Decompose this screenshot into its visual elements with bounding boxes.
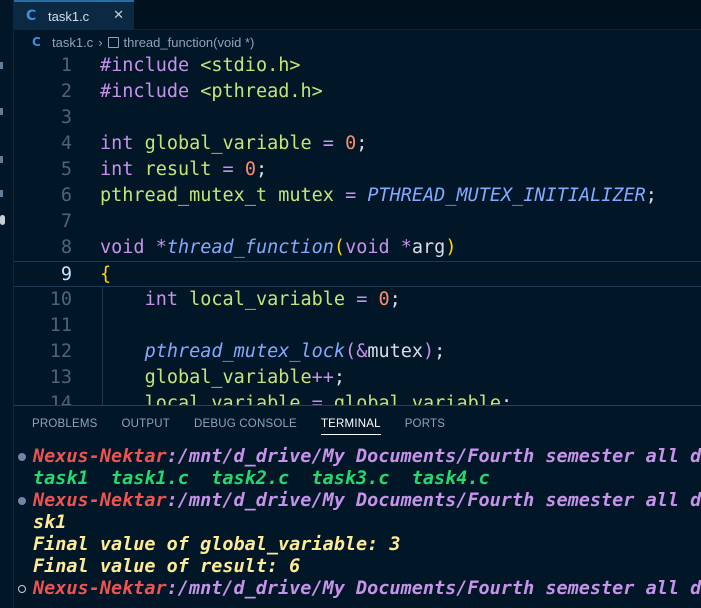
terminal-text: task1 task1.c task2.c task3.c task4.c bbox=[33, 468, 490, 489]
tab-debug-console[interactable]: DEBUG CONSOLE bbox=[194, 406, 297, 442]
terminal-line: Nexus-Nektar:/mnt/d_drive/My Documents/F… bbox=[14, 446, 701, 468]
close-icon[interactable]: ✕ bbox=[113, 8, 124, 23]
terminal-text: sk1 bbox=[33, 512, 67, 533]
line-number: 8 bbox=[60, 237, 72, 258]
strip-indicator bbox=[0, 156, 3, 163]
line-code: #include <pthread.h> bbox=[100, 81, 323, 102]
line-code: global_variable++; bbox=[144, 367, 346, 388]
code-line[interactable]: 7 bbox=[14, 209, 701, 235]
terminal-text: Nexus-Nektar:/mnt/d_drive/My Documents/F… bbox=[33, 490, 701, 511]
bottom-panel: PROBLEMS OUTPUT DEBUG CONSOLE TERMINAL PORTS… bbox=[14, 405, 701, 608]
line-code: void *thread_function(void *arg) bbox=[100, 237, 457, 258]
line-number: 4 bbox=[60, 133, 72, 154]
indent-guide bbox=[102, 287, 103, 405]
strip-indicator bbox=[0, 190, 3, 197]
line-number: 11 bbox=[49, 315, 72, 336]
code-line[interactable]: 13 global_variable++; bbox=[14, 365, 701, 391]
tab-ports[interactable]: PORTS bbox=[405, 406, 445, 442]
line-number: 5 bbox=[60, 159, 72, 180]
command-decoration-icon[interactable] bbox=[18, 453, 26, 461]
tab-task1-c[interactable]: C task1.c ✕ bbox=[14, 0, 134, 30]
line-number: 6 bbox=[60, 185, 72, 206]
strip-indicator bbox=[0, 62, 3, 69]
code-line[interactable]: 10 int local_variable = 0; bbox=[14, 287, 701, 313]
line-code: int result = 0; bbox=[100, 159, 268, 180]
panel-tab-bar: PROBLEMS OUTPUT DEBUG CONSOLE TERMINAL PORTS bbox=[14, 406, 701, 442]
line-code: int global_variable = 0; bbox=[100, 133, 368, 154]
command-decoration-icon[interactable] bbox=[18, 497, 26, 505]
chevron-right-icon: › bbox=[98, 34, 103, 50]
code-editor[interactable]: 1 #include <stdio.h> 2 #include <pthread.h>… bbox=[14, 53, 701, 405]
code-line[interactable]: 12 pthread_mutex_lock(&mutex); bbox=[14, 339, 701, 365]
code-line[interactable]: 8 void *thread_function(void *arg) bbox=[14, 235, 701, 261]
breadcrumb-file[interactable]: task1.c bbox=[52, 35, 93, 50]
terminal-line: Final value of result: 6 bbox=[14, 556, 701, 578]
tab-problems[interactable]: PROBLEMS bbox=[32, 406, 98, 442]
line-number: 13 bbox=[49, 367, 72, 388]
line-number: 7 bbox=[60, 211, 72, 232]
line-number: 9 bbox=[60, 264, 72, 285]
terminal-line: Nexus-Nektar:/mnt/d_drive/My Documents/F… bbox=[14, 490, 701, 512]
terminal-line: Nexus-Nektar:/mnt/d_drive/My Documents/F… bbox=[14, 578, 701, 600]
terminal-line: Final value of global_variable: 3 bbox=[14, 534, 701, 556]
tab-terminal[interactable]: TERMINAL bbox=[320, 406, 381, 442]
line-code: { bbox=[100, 264, 112, 285]
line-code: pthread_mutex_lock(&mutex); bbox=[144, 341, 446, 362]
c-file-icon: C bbox=[26, 8, 37, 24]
line-number: 12 bbox=[49, 341, 72, 362]
code-line[interactable]: 11 bbox=[14, 313, 701, 339]
terminal-text: Final value of result: 6 bbox=[33, 556, 301, 577]
code-line[interactable]: 2 #include <pthread.h> bbox=[14, 79, 701, 105]
terminal-line: task1 task1.c task2.c task3.c task4.c bbox=[14, 468, 701, 490]
code-line[interactable]: 9{ bbox=[14, 261, 701, 287]
c-file-icon: C bbox=[32, 35, 41, 49]
strip-indicator bbox=[0, 108, 3, 115]
line-number: 3 bbox=[60, 107, 72, 128]
code-line[interactable]: 5 int result = 0; bbox=[14, 157, 701, 183]
tab-output[interactable]: OUTPUT bbox=[122, 406, 170, 442]
line-number: 10 bbox=[49, 289, 72, 310]
line-code: local_variable = global_variable; bbox=[144, 393, 513, 405]
tab-label: task1.c bbox=[48, 8, 90, 24]
strip-indicator bbox=[0, 215, 5, 225]
code-line[interactable]: 4 int global_variable = 0; bbox=[14, 131, 701, 157]
terminal-text: Nexus-Nektar:/mnt/d_drive/My Documents/F… bbox=[33, 446, 701, 467]
terminal-output[interactable]: Nexus-Nektar:/mnt/d_drive/My Documents/F… bbox=[14, 446, 701, 608]
symbol-method-icon bbox=[107, 36, 119, 48]
line-code: #include <stdio.h> bbox=[100, 55, 301, 76]
code-line[interactable]: 6 pthread_mutex_t mutex = PTHREAD_MUTEX_I… bbox=[14, 183, 701, 209]
command-decoration-icon[interactable] bbox=[18, 585, 26, 593]
line-code: int local_variable = 0; bbox=[144, 289, 401, 310]
breadcrumb-symbol[interactable]: thread_function(void *) bbox=[124, 35, 255, 50]
activity-strip bbox=[0, 0, 14, 608]
terminal-text: Final value of global_variable: 3 bbox=[33, 534, 401, 555]
terminal-text: Nexus-Nektar:/mnt/d_drive/My Documents/F… bbox=[33, 578, 701, 599]
line-code: pthread_mutex_t mutex = PTHREAD_MUTEX_IN… bbox=[100, 185, 657, 206]
line-number: 2 bbox=[60, 81, 72, 102]
code-line[interactable]: 1 #include <stdio.h> bbox=[14, 53, 701, 79]
line-number: 1 bbox=[60, 55, 72, 76]
breadcrumb: C task1.c › thread_function(void *) bbox=[14, 31, 701, 53]
terminal-line: sk1 bbox=[14, 512, 701, 534]
line-number: 14 bbox=[49, 393, 72, 405]
code-line[interactable]: 14 local_variable = global_variable; bbox=[14, 391, 701, 405]
code-line[interactable]: 3 bbox=[14, 105, 701, 131]
editor-tab-bar: C task1.c ✕ bbox=[14, 0, 701, 30]
